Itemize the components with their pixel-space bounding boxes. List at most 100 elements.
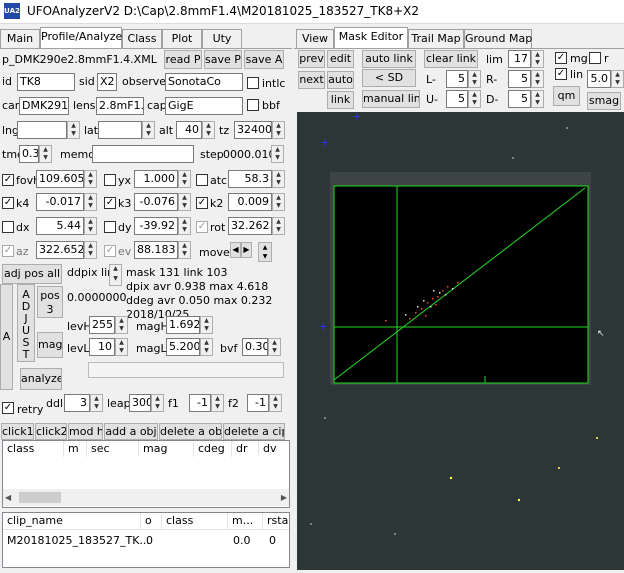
intlc-checkbox[interactable] [247, 77, 259, 89]
alt-input[interactable]: 40 [176, 121, 202, 139]
yx-input[interactable]: 1.000 [134, 170, 178, 188]
link-button[interactable]: link [327, 91, 354, 109]
object-hscrollbar[interactable]: ◀ ▶ [3, 489, 289, 506]
magH-input[interactable]: 1.692 [166, 316, 200, 334]
add-obj-button[interactable]: add a obj [104, 423, 158, 440]
dx-spinner[interactable]: ▲ ▼ [84, 217, 97, 235]
L-minus-input[interactable]: 5 [446, 70, 468, 88]
levL-spinner[interactable]: ▲ ▼ [115, 338, 128, 356]
save-profile-button[interactable]: save P [204, 50, 242, 69]
k4-input[interactable]: -0.017 [36, 193, 84, 211]
object-col-dr[interactable]: dr [232, 441, 259, 457]
magL-spinner[interactable]: ▲ ▼ [200, 338, 213, 356]
k3-checkbox[interactable]: ✓ [104, 197, 116, 209]
dx-input[interactable]: 5.44 [36, 217, 84, 235]
tz-input[interactable]: 32400 [234, 121, 272, 139]
clip-table[interactable]: clip_name o class m... rsta M20181025_18… [2, 512, 290, 568]
k3-input[interactable]: -0.076 [134, 193, 178, 211]
fovh-input[interactable]: 109.605 [36, 170, 84, 188]
rot-input[interactable]: 32.262 [228, 217, 272, 235]
az-input[interactable]: 322.652 [36, 241, 84, 259]
memo-input[interactable] [92, 145, 194, 163]
adjust-button[interactable]: A D J U S T [17, 284, 35, 362]
ev-spinner[interactable]: ▲ ▼ [178, 241, 191, 259]
move-left-button[interactable]: ◀ [230, 242, 241, 258]
ddl-spinner[interactable]: ▲ ▼ [90, 394, 103, 412]
tab-class[interactable]: Class [122, 29, 162, 48]
sky-image-view[interactable]: + + + ↖ [297, 110, 624, 570]
pos-button[interactable]: pos 3 [37, 286, 63, 318]
auto-button[interactable]: auto [327, 71, 354, 89]
prev-button[interactable]: prev [298, 50, 325, 68]
scroll-right-icon[interactable]: ▶ [281, 493, 287, 502]
lim-spinner[interactable]: ▲ ▼ [531, 50, 544, 68]
clip-col-rsta[interactable]: rsta [263, 513, 289, 530]
U-minus-input[interactable]: 5 [446, 90, 468, 108]
lat-spinner[interactable]: ▲ ▼ [142, 121, 155, 139]
tab-main[interactable]: Main [0, 29, 40, 48]
object-col-mag[interactable]: mag [139, 441, 194, 457]
lng-input[interactable] [17, 121, 67, 139]
atc-checkbox[interactable] [196, 174, 208, 186]
star-marker-icon[interactable]: + [318, 320, 327, 333]
ddl-input[interactable]: 3 [64, 394, 90, 412]
lin-value-spinner[interactable]: ▲ ▼ [611, 70, 624, 88]
scroll-left-icon[interactable]: ◀ [5, 493, 11, 502]
adj-pos-all-button[interactable]: adj pos all [2, 264, 62, 284]
rot-checkbox[interactable]: ✓ [196, 221, 208, 233]
analyze-button[interactable]: analyze [20, 368, 62, 390]
scroll-thumb[interactable] [19, 492, 61, 503]
star-marker-icon[interactable]: + [352, 110, 361, 123]
sid-input[interactable]: X2 [97, 73, 117, 91]
levL-input[interactable]: 10 [89, 338, 115, 356]
f2-input[interactable]: -1 [247, 394, 269, 412]
magH-spinner[interactable]: ▲ ▼ [200, 316, 213, 334]
tab-profile-analyze[interactable]: Profile/Analyze [40, 27, 122, 48]
camera-input[interactable]: DMK291c [19, 97, 69, 115]
yx-spinner[interactable]: ▲ ▼ [178, 170, 191, 188]
dy-checkbox[interactable] [104, 221, 116, 233]
bvf-spinner[interactable]: ▲ ▼ [268, 338, 281, 356]
lat-input[interactable] [98, 121, 142, 139]
mag-button[interactable]: mag [37, 332, 63, 358]
k2-spinner[interactable]: ▲ ▼ [272, 193, 285, 211]
rot-spinner[interactable]: ▲ ▼ [272, 217, 285, 235]
tab-view[interactable]: View [296, 29, 334, 48]
U-minus-spinner[interactable]: ▲ ▼ [468, 90, 481, 108]
k4-spinner[interactable]: ▲ ▼ [84, 193, 97, 211]
bvf-input[interactable]: 0.30 [242, 338, 268, 356]
mg-checkbox[interactable]: ✓ [555, 52, 567, 64]
tme-spinner[interactable]: ▲ ▼ [39, 145, 52, 163]
move-right-button[interactable]: ▶ [241, 242, 252, 258]
tab-ground-map[interactable]: Ground Map [464, 29, 532, 48]
R-minus-spinner[interactable]: ▲ ▼ [531, 70, 544, 88]
smag-button[interactable]: smag [587, 92, 621, 110]
tab-mask-editor[interactable]: Mask Editor [334, 27, 408, 48]
k4-checkbox[interactable]: ✓ [2, 197, 14, 209]
L-minus-spinner[interactable]: ▲ ▼ [468, 70, 481, 88]
object-col-sec[interactable]: sec [87, 441, 139, 457]
lin-value-input[interactable]: 5.0 [587, 70, 611, 88]
D-minus-spinner[interactable]: ▲ ▼ [531, 90, 544, 108]
lim-input[interactable]: 17 [508, 50, 531, 68]
dy-spinner[interactable]: ▲ ▼ [178, 217, 191, 235]
ev-checkbox[interactable]: ✓ [104, 245, 116, 257]
ev-input[interactable]: 88.183 [134, 241, 178, 259]
clip-col-class[interactable]: class [162, 513, 228, 530]
leap-spinner[interactable]: ▲ ▼ [151, 394, 164, 412]
manual-link-button[interactable]: manual link [362, 90, 420, 108]
tz-spinner[interactable]: ▲ ▼ [272, 121, 285, 139]
retry-checkbox[interactable]: ✓ [2, 402, 14, 414]
clip-col-m[interactable]: m... [228, 513, 263, 530]
levH-spinner[interactable]: ▲ ▼ [115, 316, 128, 334]
auto-link-button[interactable]: auto link [362, 50, 416, 68]
k3-spinner[interactable]: ▲ ▼ [178, 193, 191, 211]
save-all-button[interactable]: save A [244, 50, 284, 69]
ddpix-spinner[interactable]: ▲ ▼ [109, 264, 122, 286]
sky-image-svg[interactable]: + + + ↖ [297, 110, 624, 570]
alt-spinner[interactable]: ▲ ▼ [202, 121, 215, 139]
object-table[interactable]: class m sec mag cdeg dr dv ◀ ▶ [2, 440, 290, 508]
D-minus-input[interactable]: 5 [508, 90, 531, 108]
click1-button[interactable]: click1 [1, 423, 34, 440]
az-checkbox[interactable]: ✓ [2, 245, 14, 257]
